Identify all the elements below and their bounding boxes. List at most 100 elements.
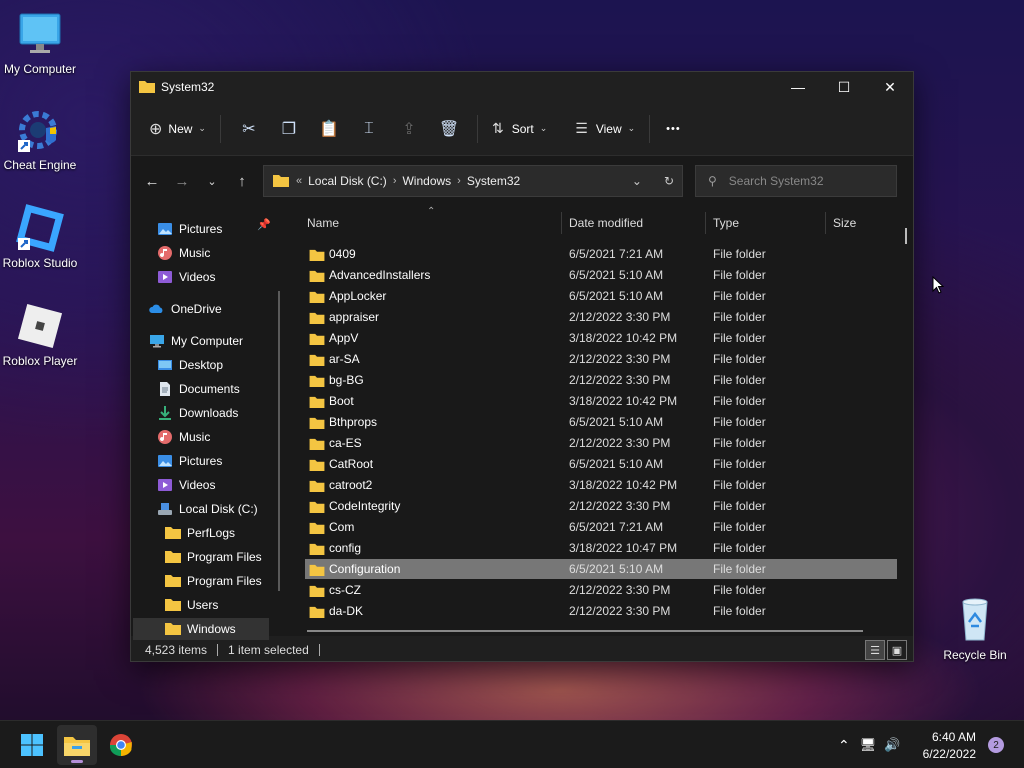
sidebar-item-label: Downloads: [179, 406, 239, 420]
back-arrow-icon[interactable]: ←: [137, 173, 167, 190]
tiles-view-icon[interactable]: ▣: [887, 640, 907, 660]
copy-icon[interactable]: ❐: [269, 113, 309, 145]
column-type[interactable]: Type: [713, 216, 739, 230]
overflow-chevron[interactable]: «: [296, 175, 302, 187]
sidebar-item-local-disk-c[interactable]: Local Disk (C:): [157, 498, 258, 520]
desktop-icon-roblox-player[interactable]: Roblox Player: [0, 302, 80, 368]
sidebar-item-music[interactable]: Music: [157, 242, 210, 264]
view-button[interactable]: ☰ View ⌄: [575, 113, 635, 145]
network-icon[interactable]: 🖥: [860, 737, 877, 753]
desktop-icon-cheat-engine[interactable]: Cheat Engine: [0, 106, 80, 172]
window-title: System32: [161, 80, 215, 94]
sidebar-item-my-computer[interactable]: My Computer: [149, 330, 243, 352]
sidebar-item-videos[interactable]: Videos: [157, 474, 215, 496]
new-button[interactable]: ⊕ New ⌄: [149, 113, 206, 145]
file-list: ⌃ Name Date modified Type Size 0409 6/5/2…: [289, 206, 913, 636]
rename-icon[interactable]: ⌶: [349, 113, 389, 145]
column-size[interactable]: Size: [833, 216, 856, 230]
roblox-studio-icon: [16, 204, 64, 252]
breadcrumb-windows[interactable]: Windows: [402, 174, 451, 188]
sidebar-item-music[interactable]: Music: [157, 426, 210, 448]
sidebar-item-perflogs[interactable]: PerfLogs: [165, 522, 235, 544]
sidebar-item-program-files[interactable]: Program Files: [165, 570, 262, 592]
file-name: ar-SA: [329, 352, 360, 366]
breadcrumb-system32[interactable]: System32: [467, 174, 520, 188]
taskbar-file-explorer[interactable]: [57, 725, 97, 765]
up-arrow-icon[interactable]: ↑: [227, 173, 257, 190]
nav-scrollbar[interactable]: [278, 291, 280, 591]
sidebar-item-pictures[interactable]: Pictures: [157, 218, 222, 240]
horizontal-scrollbar[interactable]: [307, 630, 863, 632]
close-button[interactable]: ✕: [867, 72, 913, 102]
file-row[interactable]: AppV 3/18/2022 10:42 PM File folder: [305, 328, 897, 348]
file-row[interactable]: appraiser 2/12/2022 3:30 PM File folder: [305, 307, 897, 327]
mouse-cursor-icon: [932, 275, 945, 297]
sidebar-item-label: PerfLogs: [187, 526, 236, 540]
file-row[interactable]: ar-SA 2/12/2022 3:30 PM File folder: [305, 349, 897, 369]
file-row[interactable]: CatRoot 6/5/2021 5:10 AM File folder: [305, 454, 897, 474]
address-dropdown-icon[interactable]: ⌄: [632, 174, 642, 188]
sidebar-item-windows[interactable]: Windows: [133, 618, 269, 640]
delete-icon[interactable]: 🗑: [429, 113, 469, 145]
sidebar-item-users[interactable]: Users: [165, 594, 218, 616]
desktop-icon-recycle-bin[interactable]: Recycle Bin: [935, 596, 1015, 662]
more-options-button[interactable]: •••: [666, 113, 681, 145]
sort-up-chevron-icon: ⌃: [427, 206, 436, 217]
minimize-button[interactable]: —: [775, 72, 821, 102]
volume-icon[interactable]: 🔊: [884, 737, 900, 753]
sidebar-item-onedrive[interactable]: OneDrive: [149, 298, 222, 320]
file-type: File folder: [713, 415, 766, 429]
vertical-scrollbar[interactable]: [905, 228, 907, 244]
file-row[interactable]: 0409 6/5/2021 7:21 AM File folder: [305, 244, 897, 264]
share-icon[interactable]: ⇪: [389, 113, 429, 145]
maximize-button[interactable]: ☐: [821, 72, 867, 102]
file-row[interactable]: bg-BG 2/12/2022 3:30 PM File folder: [305, 370, 897, 390]
search-placeholder: Search System32: [728, 174, 824, 188]
sidebar-item-downloads[interactable]: Downloads: [157, 402, 238, 424]
sidebar-item-videos[interactable]: Videos: [157, 266, 215, 288]
refresh-icon[interactable]: ↻: [664, 174, 674, 188]
column-date-modified[interactable]: Date modified: [569, 216, 643, 230]
file-row[interactable]: Configuration 6/5/2021 5:10 AM File folder: [305, 559, 897, 579]
file-row[interactable]: da-DK 2/12/2022 3:30 PM File folder: [305, 601, 897, 621]
show-hidden-icons-chevron-icon[interactable]: ⌃: [838, 737, 850, 754]
breadcrumb-local-disk[interactable]: Local Disk (C:): [308, 174, 387, 188]
sidebar-item-desktop[interactable]: Desktop: [157, 354, 223, 376]
forward-arrow-icon[interactable]: →: [167, 173, 197, 190]
file-row[interactable]: catroot2 3/18/2022 10:42 PM File folder: [305, 475, 897, 495]
recent-chevron-icon[interactable]: ⌄: [197, 175, 227, 188]
cut-icon[interactable]: ✂: [229, 113, 269, 145]
details-view-icon[interactable]: ☰: [865, 640, 885, 660]
notification-badge[interactable]: 2: [988, 737, 1004, 753]
file-row[interactable]: Bthprops 6/5/2021 5:10 AM File folder: [305, 412, 897, 432]
file-row[interactable]: Boot 3/18/2022 10:42 PM File folder: [305, 391, 897, 411]
title-bar[interactable]: System32 — ☐ ✕: [131, 72, 913, 102]
system-clock[interactable]: 6:40 AM 6/22/2022: [923, 729, 976, 763]
folder-icon: [309, 248, 325, 264]
file-row[interactable]: AdvancedInstallers 6/5/2021 5:10 AM File f…: [305, 265, 897, 285]
taskbar-chrome[interactable]: [101, 725, 141, 765]
file-row[interactable]: config 3/18/2022 10:47 PM File folder: [305, 538, 897, 558]
desktop-icon-my-computer[interactable]: My Computer: [0, 10, 80, 76]
file-row[interactable]: CodeIntegrity 2/12/2022 3:30 PM File folde…: [305, 496, 897, 516]
column-name[interactable]: Name: [307, 216, 339, 230]
sort-button[interactable]: ⇅ Sort ⌄: [492, 113, 547, 145]
file-date: 6/5/2021 5:10 AM: [569, 562, 664, 576]
search-input[interactable]: ⚲ Search System32: [695, 165, 897, 197]
address-bar[interactable]: « Local Disk (C:) › Windows › System32 ⌄…: [263, 165, 683, 197]
file-row[interactable]: Com 6/5/2021 7:21 AM File folder: [305, 517, 897, 537]
sidebar-item-program-files[interactable]: Program Files: [165, 546, 262, 568]
sidebar-item-documents[interactable]: Documents: [157, 378, 240, 400]
status-bar: 4,523 items 1 item selected ☰ ▣: [131, 638, 913, 662]
paste-icon[interactable]: 📋: [309, 113, 349, 145]
sidebar-item-label: Users: [187, 598, 219, 612]
desktop-icon-roblox-studio[interactable]: Roblox Studio: [0, 204, 80, 270]
file-row[interactable]: cs-CZ 2/12/2022 3:30 PM File folder: [305, 580, 897, 600]
start-button[interactable]: [12, 725, 52, 765]
file-row[interactable]: AppLocker 6/5/2021 5:10 AM File folder: [305, 286, 897, 306]
sidebar-item-pictures[interactable]: Pictures: [157, 450, 222, 472]
file-date: 6/5/2021 7:21 AM: [569, 247, 664, 261]
file-row[interactable]: ca-ES 2/12/2022 3:30 PM File folder: [305, 433, 897, 453]
file-name: AdvancedInstallers: [329, 268, 431, 282]
file-name: Bthprops: [329, 415, 378, 429]
